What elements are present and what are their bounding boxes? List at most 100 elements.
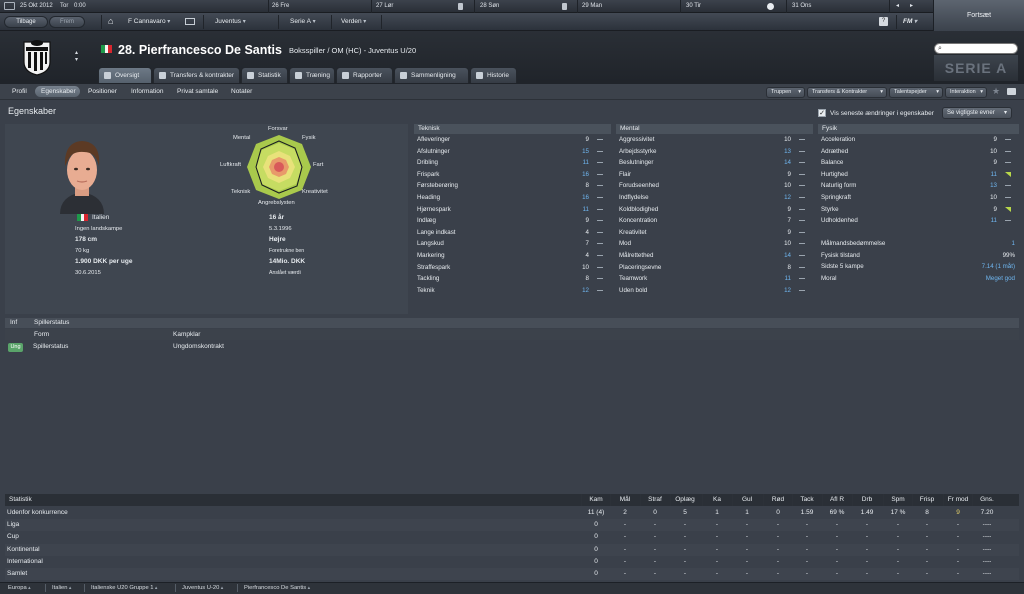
stats-column-header[interactable]: Drb: [853, 494, 881, 506]
attribute-row[interactable]: Indflydelse 12: [616, 192, 813, 203]
interaction-dropdown[interactable]: Interaktion: [945, 87, 987, 98]
calendar-day-26[interactable]: 26 Fre: [272, 0, 289, 13]
calendar-day-28[interactable]: 28 Søn: [480, 0, 499, 13]
attribute-row[interactable]: Teamwork 11: [616, 273, 813, 284]
attribute-row[interactable]: Målrettethed 14: [616, 250, 813, 261]
star-icon[interactable]: ★: [992, 86, 1000, 97]
attribute-row[interactable]: Aggressivitet 10: [616, 134, 813, 145]
help-icon[interactable]: ?: [879, 17, 888, 26]
calendar-day-30[interactable]: 30 Tir: [686, 0, 701, 13]
stats-row[interactable]: Kontinental 0- - - - - - - - - - - - ----: [5, 543, 1019, 556]
attribute-row[interactable]: Afleveringer 9: [414, 134, 611, 145]
breadcrumb-europe[interactable]: Europa: [8, 583, 31, 593]
manager-dropdown[interactable]: F Cannavaro: [128, 15, 170, 29]
tab-compare[interactable]: Sammenligning: [394, 67, 469, 83]
attribute-row[interactable]: Dribling 11: [414, 157, 611, 168]
match-ball-icon[interactable]: [767, 3, 774, 10]
tab-reports[interactable]: Rapporter: [336, 67, 393, 83]
manager-card-icon[interactable]: [185, 18, 195, 25]
breadcrumb-team[interactable]: Juventus U-20: [182, 583, 223, 593]
stats-column-header[interactable]: Tack: [793, 494, 821, 506]
stats-row[interactable]: Liga 0- - - - - - - - - - - - ----: [5, 519, 1019, 532]
player-nav-arrows[interactable]: ▴ ▾: [75, 50, 78, 64]
attribute-row[interactable]: Afslutninger 15: [414, 146, 611, 157]
attribute-row[interactable]: Balance 9: [818, 157, 1019, 168]
stats-column-header[interactable]: Straf: [641, 494, 669, 506]
squad-dropdown[interactable]: Truppen: [766, 87, 805, 98]
scout-dropdown[interactable]: Talentspejder: [889, 87, 943, 98]
attribute-row[interactable]: Hjørnespark 11: [414, 204, 611, 215]
subtab-attributes[interactable]: Egenskaber: [41, 88, 76, 95]
subtab-information[interactable]: Information: [131, 88, 164, 95]
attribute-row[interactable]: Forudseenhed 10: [616, 180, 813, 191]
search-input[interactable]: ⌕: [934, 43, 1018, 54]
attribute-row[interactable]: Langskud 7: [414, 238, 611, 249]
attribute-row[interactable]: Udholdenhed 11: [818, 215, 1019, 226]
calendar-day-31[interactable]: 31 Ons: [792, 0, 811, 13]
attribute-row[interactable]: Frispark 16: [414, 169, 611, 180]
attribute-row[interactable]: Springkraft 10: [818, 192, 1019, 203]
attribute-row[interactable]: Lange indkast 4: [414, 227, 611, 238]
calendar-day-29[interactable]: 29 Man: [582, 0, 602, 13]
subtab-private-chat[interactable]: Privat samtale: [177, 88, 218, 95]
attribute-row[interactable]: Kreativitet 9: [616, 227, 813, 238]
attribute-row[interactable]: Koldblodighed 9: [616, 204, 813, 215]
stats-column-header[interactable]: Mål: [611, 494, 639, 506]
stats-row[interactable]: Cup 0- - - - - - - - - - - - ----: [5, 531, 1019, 543]
attribute-row[interactable]: Placeringsevne 8: [616, 262, 813, 273]
attribute-row[interactable]: Acceleration 9: [818, 134, 1019, 145]
breadcrumb-league[interactable]: Italienske U20 Gruppe 1: [91, 583, 157, 593]
calendar-next-icon[interactable]: ▸: [910, 0, 913, 13]
attribute-row[interactable]: Indlæg 9: [414, 215, 611, 226]
tab-overview[interactable]: Oversigt: [98, 67, 152, 83]
stats-column-header[interactable]: Frisp: [913, 494, 941, 506]
attribute-row[interactable]: Markering 4: [414, 250, 611, 261]
home-icon[interactable]: ⌂: [108, 17, 113, 26]
stats-column-header[interactable]: Ka: [703, 494, 731, 506]
attribute-row[interactable]: Teknik 12: [414, 285, 611, 296]
subtab-positions[interactable]: Positioner: [88, 88, 117, 95]
match-badge-icon[interactable]: [458, 3, 463, 10]
stats-column-header[interactable]: Gns.: [973, 494, 1001, 506]
tab-transfers[interactable]: Transfers & kontrakter: [153, 67, 240, 83]
stats-column-header[interactable]: Spm: [884, 494, 912, 506]
continue-button[interactable]: Fortsæt: [933, 0, 1024, 31]
attribute-row[interactable]: Arbejdsstyrke 13: [616, 146, 813, 157]
back-button[interactable]: Tilbage: [4, 16, 48, 28]
club-dropdown[interactable]: Juventus: [215, 15, 246, 29]
attribute-row[interactable]: Tackling 8: [414, 273, 611, 284]
attribute-row[interactable]: Koncentration 7: [616, 215, 813, 226]
stats-column-header[interactable]: Fr mod: [944, 494, 972, 506]
league-dropdown[interactable]: Serie A: [290, 15, 316, 29]
fm-menu[interactable]: FM: [903, 15, 917, 29]
player-status-row[interactable]: Spillerstatus Ungdomskontrakt: [5, 341, 1019, 353]
calendar-day-27[interactable]: 27 Lør: [376, 0, 393, 13]
attribute-row[interactable]: Heading 16: [414, 192, 611, 203]
tab-history[interactable]: Historie: [470, 67, 517, 83]
attribute-row[interactable]: Mod 10: [616, 238, 813, 249]
breadcrumb-player[interactable]: Pierfrancesco De Santis: [244, 583, 310, 593]
attribute-row[interactable]: Hurtighed 11: [818, 169, 1019, 180]
world-dropdown[interactable]: Verden: [341, 15, 366, 29]
subtab-profile[interactable]: Profil: [12, 88, 27, 95]
match-badge-icon[interactable]: [562, 3, 567, 10]
chat-icon[interactable]: [1007, 88, 1016, 95]
attribute-row[interactable]: Adræthed 10: [818, 146, 1019, 157]
stats-row[interactable]: Samlet 0- - - - - - - - - - - - ----: [5, 568, 1019, 580]
key-attributes-dropdown[interactable]: Se vigtigste evner: [942, 107, 1012, 119]
stats-column-header[interactable]: Kam: [582, 494, 610, 506]
calendar-icon[interactable]: [4, 2, 15, 10]
stats-row[interactable]: Udenfor konkurrence 11 (4) 2 0 5 1 1 0 1.59 69 % 1…: [5, 507, 1019, 519]
attribute-row[interactable]: Beslutninger 14: [616, 157, 813, 168]
stats-column-header[interactable]: Afl R: [823, 494, 851, 506]
tab-training[interactable]: Træning: [289, 67, 335, 83]
subtab-notes[interactable]: Notater: [231, 88, 252, 95]
attribute-row[interactable]: Flair 9: [616, 169, 813, 180]
attribute-row[interactable]: Førsteberøring 8: [414, 180, 611, 191]
forward-button[interactable]: Frem: [49, 16, 85, 28]
attribute-row[interactable]: Styrke 9: [818, 204, 1019, 215]
stats-column-header[interactable]: Oplæg: [671, 494, 699, 506]
show-changes-checkbox[interactable]: ✓: [818, 109, 826, 117]
breadcrumb-italy[interactable]: Italien: [52, 583, 71, 593]
attribute-row[interactable]: Straffespark 10: [414, 262, 611, 273]
